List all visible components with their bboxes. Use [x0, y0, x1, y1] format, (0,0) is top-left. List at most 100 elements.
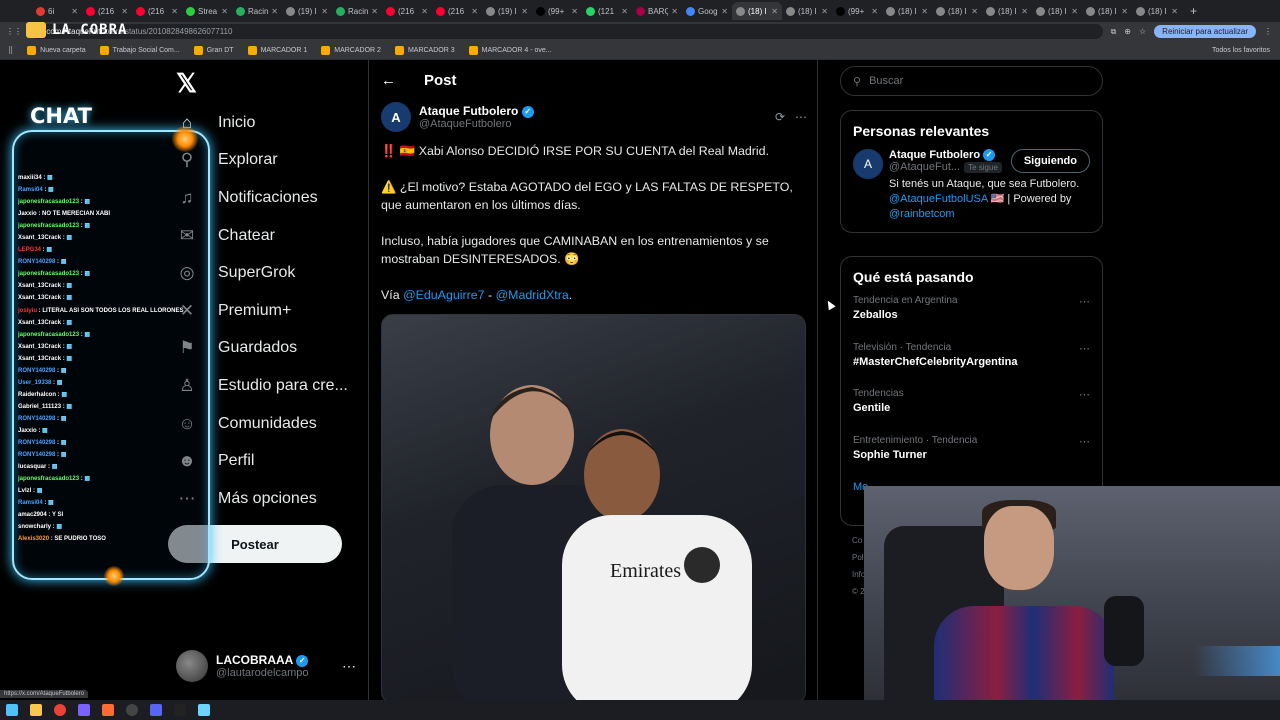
- more-icon[interactable]: ⋯: [795, 110, 807, 124]
- author-avatar[interactable]: A: [381, 102, 411, 132]
- following-button[interactable]: Siguiendo: [1010, 149, 1090, 173]
- browser-tab[interactable]: (216 ✕: [382, 2, 432, 20]
- close-icon[interactable]: ✕: [171, 7, 178, 16]
- apps-icon[interactable]: ⋮⋮: [6, 27, 22, 36]
- grok-icon[interactable]: ⟳: [775, 110, 785, 124]
- more-icon[interactable]: ⋯: [1079, 388, 1090, 401]
- browser-tab[interactable]: (18) I ✕: [782, 2, 832, 20]
- close-icon[interactable]: ✕: [521, 7, 528, 16]
- chat-username: Lvlzl: [18, 488, 32, 495]
- browser-tab[interactable]: Goog ✕: [682, 2, 732, 20]
- browser-tab[interactable]: (216 ✕: [82, 2, 132, 20]
- browser-tab[interactable]: (19) I ✕: [482, 2, 532, 20]
- back-arrow-icon[interactable]: ←: [381, 72, 396, 89]
- bookmark-item[interactable]: MARCADOR 3: [394, 45, 455, 55]
- zoom-icon[interactable]: ⊕: [1124, 27, 1131, 36]
- close-icon[interactable]: ✕: [771, 7, 778, 16]
- close-icon[interactable]: ✕: [1171, 7, 1178, 16]
- url-field[interactable]: x.com/AtaqueFut bolero/status/20108284986…: [30, 24, 1103, 39]
- mention-link[interactable]: @EduAguirre7: [403, 288, 484, 302]
- x-logo-icon[interactable]: 𝕏: [176, 68, 197, 99]
- author-name[interactable]: Ataque Futbolero: [419, 104, 518, 118]
- mention-link[interactable]: @MadridXtra: [496, 288, 569, 302]
- close-icon[interactable]: ✕: [971, 7, 978, 16]
- trend-item[interactable]: Tendencia en Argentina Zeballos ⋯: [841, 295, 1102, 342]
- close-icon[interactable]: ✕: [321, 7, 328, 16]
- more-icon[interactable]: ⋯: [342, 658, 356, 675]
- more-icon[interactable]: ⋯: [1079, 342, 1090, 355]
- browser-tab[interactable]: (216 ✕: [432, 2, 482, 20]
- relevant-name[interactable]: Ataque Futbolero: [889, 149, 980, 161]
- close-icon[interactable]: ✕: [71, 7, 78, 16]
- bookmark-item[interactable]: Trabajo Social Com...: [99, 45, 180, 55]
- more-icon[interactable]: ⋯: [1079, 295, 1090, 308]
- close-icon[interactable]: ✕: [671, 7, 678, 16]
- trend-item[interactable]: Tendencias Gentile ⋯: [841, 388, 1102, 435]
- browser-tab[interactable]: Racin ✕: [332, 2, 382, 20]
- browser-tab[interactable]: 6i ✕: [32, 2, 82, 20]
- close-icon[interactable]: ✕: [571, 7, 578, 16]
- tab-favicon-icon: [786, 6, 795, 16]
- close-icon[interactable]: ✕: [1021, 7, 1028, 16]
- bio-link[interactable]: @rainbetcom: [889, 208, 955, 220]
- all-bookmarks[interactable]: Todos los favoritos: [1212, 47, 1280, 54]
- browser-tab[interactable]: (216 ✕: [132, 2, 182, 20]
- bookmark-item[interactable]: MARCADOR 1: [247, 45, 307, 55]
- star-icon[interactable]: ☆: [1139, 27, 1146, 36]
- bio-link[interactable]: @AtaqueFutbolUSA: [889, 193, 988, 205]
- close-icon[interactable]: ✕: [1071, 7, 1078, 16]
- trend-item[interactable]: Entretenimiento · Tendencia Sophie Turner…: [841, 435, 1102, 482]
- apps-grid-icon[interactable]: ⣿: [8, 46, 13, 54]
- close-icon[interactable]: ✕: [471, 7, 478, 16]
- browser-tab[interactable]: (121 ✕: [582, 2, 632, 20]
- extensions-icon[interactable]: ⧉: [1111, 27, 1117, 37]
- close-icon[interactable]: ✕: [921, 7, 928, 16]
- browser-tab[interactable]: Racin ✕: [232, 2, 282, 20]
- browser-tab[interactable]: (18) I ✕: [1082, 2, 1132, 20]
- close-icon[interactable]: ✕: [421, 7, 428, 16]
- browser-tab[interactable]: (18) I ✕: [732, 2, 782, 20]
- app-icon[interactable]: [102, 704, 114, 716]
- browser-tab[interactable]: (18) I ✕: [932, 2, 982, 20]
- bookmark-item[interactable]: MARCADOR 2: [321, 45, 381, 55]
- more-icon[interactable]: ⋯: [1079, 435, 1090, 448]
- browser-tab[interactable]: (18) I ✕: [982, 2, 1032, 20]
- post-image[interactable]: Emirates: [381, 314, 806, 704]
- search-input[interactable]: ⚲ Buscar: [840, 66, 1103, 96]
- author-avatar[interactable]: A: [853, 149, 883, 179]
- windows-start-icon[interactable]: [6, 704, 18, 716]
- app-icon[interactable]: [78, 704, 90, 716]
- app-icon[interactable]: [198, 704, 210, 716]
- browser-tab[interactable]: (99+ ✕: [532, 2, 582, 20]
- close-icon[interactable]: ✕: [871, 7, 878, 16]
- browser-tab[interactable]: (18) I ✕: [882, 2, 932, 20]
- browser-tab[interactable]: (99+ ✕: [832, 2, 882, 20]
- browser-tab[interactable]: Strea ✕: [182, 2, 232, 20]
- close-icon[interactable]: ✕: [121, 7, 128, 16]
- bookmark-item[interactable]: Nueva carpeta: [27, 45, 86, 55]
- close-icon[interactable]: ✕: [371, 7, 378, 16]
- browser-tab[interactable]: (19) I ✕: [282, 2, 332, 20]
- bookmark-item[interactable]: Gran DT: [193, 45, 234, 55]
- browser-tab[interactable]: BARÇ ✕: [632, 2, 682, 20]
- file-explorer-icon[interactable]: [30, 704, 42, 716]
- browser-tab[interactable]: (18) I ✕: [1032, 2, 1082, 20]
- new-tab-button[interactable]: +: [1182, 4, 1205, 18]
- close-icon[interactable]: ✕: [721, 7, 728, 16]
- update-button[interactable]: Reiniciar para actualizar: [1154, 25, 1256, 38]
- obs-icon[interactable]: [126, 704, 138, 716]
- trend-item[interactable]: Televisión · Tendencia #MasterChefCelebri…: [841, 342, 1102, 389]
- discord-icon[interactable]: [150, 704, 162, 716]
- author-handle[interactable]: @AtaqueFutbolero: [419, 118, 534, 130]
- account-switcher[interactable]: LACOBRAAA ✓ @lautarodelcampo ⋯: [176, 650, 356, 682]
- menu-icon[interactable]: ⋮: [1264, 27, 1280, 36]
- close-icon[interactable]: ✕: [271, 7, 278, 16]
- close-icon[interactable]: ✕: [221, 7, 228, 16]
- browser-tab[interactable]: (18) I ✕: [1132, 2, 1182, 20]
- close-icon[interactable]: ✕: [821, 7, 828, 16]
- chrome-icon[interactable]: [54, 704, 66, 716]
- app-icon[interactable]: [174, 704, 186, 716]
- bookmark-item[interactable]: MARCADOR 4 - ove...: [468, 45, 552, 55]
- close-icon[interactable]: ✕: [1121, 7, 1128, 16]
- close-icon[interactable]: ✕: [621, 7, 628, 16]
